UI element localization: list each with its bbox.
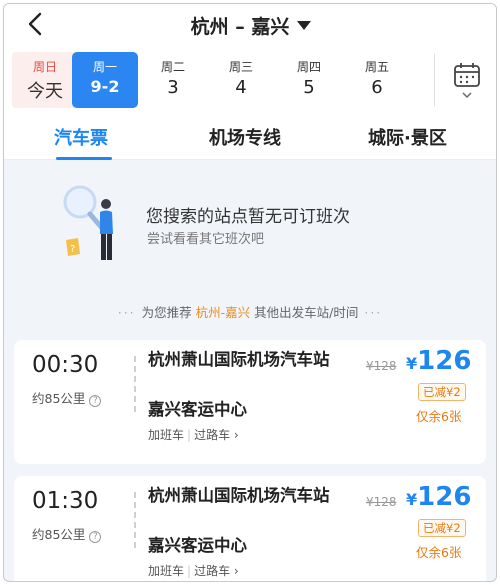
trip-tags: 加班车 | 过路车 › xyxy=(148,428,239,442)
discount-badge: 已减¥2 xyxy=(418,383,466,401)
calendar-button[interactable] xyxy=(434,54,496,106)
date-item[interactable]: 周五 6 xyxy=(344,52,410,108)
tag-passing-bus: 过路车 xyxy=(194,428,231,442)
trip-card[interactable]: 01:30 约85公里? 杭州萧山国际机场汽车站 嘉兴客运中心 加班车 | 过路车 … xyxy=(14,476,486,581)
date-item[interactable]: 周三 4 xyxy=(208,52,274,108)
tag-extra-bus: 加班车 xyxy=(148,428,185,442)
empty-state-subtitle: 尝试看看其它班次吧 xyxy=(147,232,265,247)
active-tab-indicator xyxy=(56,157,112,160)
distance: 约85公里? xyxy=(32,524,102,543)
tab-airport-shuttle[interactable]: 机场专线 xyxy=(209,124,281,150)
date-item[interactable]: 周二 3 xyxy=(140,52,206,108)
currency-symbol: ¥ xyxy=(406,490,418,509)
date-weekday: 周二 xyxy=(160,60,185,74)
date-weekday: 周三 xyxy=(228,60,253,74)
date-day: 3 xyxy=(167,77,179,98)
tab-bus-tickets[interactable]: 汽车票 xyxy=(54,124,108,150)
recommend-route: 杭州-嘉兴 xyxy=(195,305,251,320)
category-tabs: 汽车票 机场专线 城际·景区 xyxy=(4,110,496,160)
price: ¥126 xyxy=(406,346,471,376)
distance: 约85公里? xyxy=(32,388,102,407)
date-day: 今天 xyxy=(27,81,63,102)
trip-card[interactable]: 00:30 约85公里? 杭州萧山国际机场汽车站 嘉兴客运中心 加班车 | 过路车 … xyxy=(14,340,486,464)
calendar-icon xyxy=(454,63,480,99)
chevron-right-icon: › xyxy=(233,428,239,442)
svg-text:?: ? xyxy=(70,244,75,255)
original-price: ¥128 xyxy=(366,359,397,373)
info-icon[interactable]: ? xyxy=(89,531,102,543)
date-day: 6 xyxy=(371,77,383,98)
header: 杭州 – 嘉兴 xyxy=(4,4,496,46)
trip-tags: 加班车 | 过路车 › xyxy=(148,564,239,578)
date-today[interactable]: 周日 今天 xyxy=(12,52,78,108)
date-weekday: 周五 xyxy=(364,60,389,74)
route-divider xyxy=(134,492,136,548)
search-person-icon: ? xyxy=(63,185,113,260)
route-divider xyxy=(134,356,136,412)
tag-extra-bus: 加班车 xyxy=(148,564,185,578)
arrival-station: 嘉兴客运中心 xyxy=(148,400,247,419)
discount-badge: 已减¥2 xyxy=(418,519,466,537)
route-selector[interactable]: 杭州 – 嘉兴 xyxy=(4,12,496,39)
tab-intercity-scenic[interactable]: 城际·景区 xyxy=(368,124,447,150)
date-weekday: 周日 xyxy=(32,60,57,74)
departure-station: 杭州萧山国际机场汽车站 xyxy=(148,350,330,369)
chevron-down-icon xyxy=(462,92,472,99)
tickets-remaining: 仅余6张 xyxy=(416,545,462,560)
arrival-station: 嘉兴客运中心 xyxy=(148,536,247,555)
chevron-right-icon: › xyxy=(233,564,239,578)
price: ¥126 xyxy=(406,482,471,512)
info-icon[interactable]: ? xyxy=(89,395,102,407)
departure-station: 杭州萧山国际机场汽车站 xyxy=(148,486,330,505)
date-weekday: 周四 xyxy=(296,60,321,74)
recommend-prefix: 为您推荐 xyxy=(141,305,192,320)
tag-passing-bus: 过路车 xyxy=(194,564,231,578)
departure-time: 00:30 xyxy=(32,352,99,378)
route-title: 杭州 – 嘉兴 xyxy=(190,16,290,38)
app-frame: 杭州 – 嘉兴 周日 今天 周一 9-2 周二 3 周三 4 周四 5 周五 6 xyxy=(3,3,497,582)
recommend-banner: ··· 为您推荐 杭州-嘉兴 其他出发车站/时间 ··· xyxy=(117,305,383,320)
dropdown-caret-icon xyxy=(297,21,312,30)
date-day: 9-2 xyxy=(90,77,120,96)
price-value: 126 xyxy=(417,346,472,376)
distance-text: 约85公里 xyxy=(32,527,86,542)
currency-symbol: ¥ xyxy=(406,354,418,373)
date-strip: 周日 今天 周一 9-2 周二 3 周三 4 周四 5 周五 6 xyxy=(4,46,496,110)
date-day: 5 xyxy=(303,77,315,98)
original-price: ¥128 xyxy=(366,495,397,509)
date-selected[interactable]: 周一 9-2 xyxy=(72,52,138,108)
date-day: 4 xyxy=(235,77,247,98)
distance-text: 约85公里 xyxy=(32,391,86,406)
price-value: 126 xyxy=(417,482,472,512)
departure-time: 01:30 xyxy=(32,488,99,514)
date-item[interactable]: 周四 5 xyxy=(276,52,342,108)
date-weekday: 周一 xyxy=(92,60,117,74)
recommend-suffix: 其他出发车站/时间 xyxy=(254,305,359,320)
empty-state-title: 您搜索的站点暂无可订班次 xyxy=(146,207,350,227)
tickets-remaining: 仅余6张 xyxy=(416,409,462,424)
